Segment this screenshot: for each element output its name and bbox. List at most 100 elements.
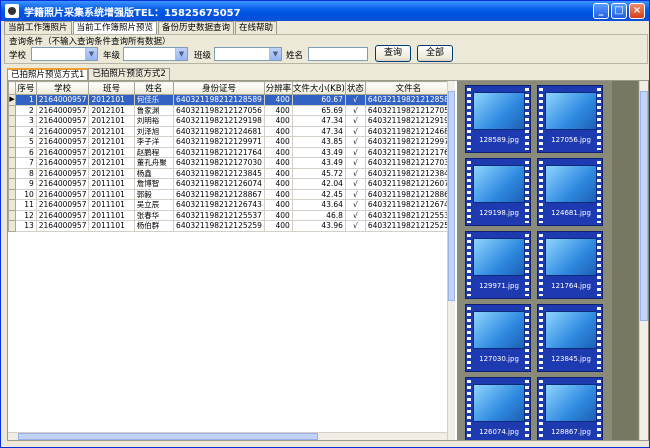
table-cell[interactable]: 400 (263, 125, 293, 137)
table-cell[interactable]: 2164000957 (35, 209, 90, 221)
table-cell[interactable]: 43.85 (291, 136, 346, 148)
table-cell[interactable]: 2164000957 (35, 157, 90, 169)
table-row[interactable]: 13 2164000957 2011101 杨伯群 640321198212125259… (8, 220, 452, 232)
table-cell[interactable]: 9 (15, 178, 37, 190)
table-cell[interactable]: 11 (15, 199, 37, 211)
table-cell[interactable]: 640321198212125259 (173, 220, 265, 232)
table-cell[interactable]: 400 (263, 115, 293, 127)
table-cell[interactable]: 46.8 (291, 209, 346, 221)
photo-thumbnail[interactable]: 127056.jpg (537, 85, 603, 153)
tab-current-photos[interactable]: 当前工作簿照片 (4, 21, 72, 34)
table-cell[interactable]: 640321198212126074 (173, 178, 265, 190)
photo-thumbnail[interactable]: 128867.jpg (537, 377, 603, 440)
table-row[interactable]: 8 2164000957 2012101 杨鑫 640321198212123845 40… (8, 167, 452, 179)
table-cell[interactable]: 42.45 (291, 188, 346, 200)
table-cell[interactable]: 7 (15, 157, 37, 169)
table-cell[interactable]: 64032119821212858 (364, 94, 452, 106)
table-cell[interactable]: 640321198212128867 (173, 188, 265, 200)
table-cell[interactable]: 60.67 (291, 94, 346, 106)
current-row-indicator-icon[interactable]: ▶ (8, 94, 17, 106)
row-indicator[interactable] (8, 125, 17, 137)
table-row[interactable]: 4 2164000957 2012101 刘泽旭 640321198212124681 4… (8, 125, 452, 137)
column-header[interactable]: 状态 (344, 81, 366, 95)
maximize-button[interactable]: □ (611, 3, 627, 19)
table-cell[interactable]: √ (344, 94, 366, 106)
horizontal-scrollbar[interactable] (8, 432, 447, 440)
table-cell[interactable]: 2012101 (88, 146, 135, 158)
table-cell[interactable]: 何佳乐 (133, 94, 175, 106)
table-cell[interactable]: √ (344, 157, 366, 169)
column-header[interactable]: 姓名 (133, 81, 175, 95)
table-cell[interactable]: 2012101 (88, 115, 135, 127)
table-row[interactable]: 11 2164000957 2011101 吴立辰 640321198212126743… (8, 199, 452, 211)
thumbnail-scrollbar[interactable] (639, 81, 648, 440)
table-cell[interactable]: 400 (263, 220, 293, 232)
school-select[interactable]: ▼ (31, 47, 98, 61)
table-cell[interactable]: 赵鹏程 (133, 146, 175, 158)
table-cell[interactable]: 2164000957 (35, 199, 90, 211)
table-cell[interactable]: 2 (15, 104, 37, 116)
table-cell[interactable]: 400 (263, 157, 293, 169)
class-select[interactable]: ▼ (214, 47, 282, 61)
table-cell[interactable]: 64032119821212705 (364, 104, 452, 116)
table-cell[interactable]: 64032119821212553 (364, 209, 452, 221)
table-cell[interactable]: 45.72 (291, 167, 346, 179)
table-cell[interactable]: 2012101 (88, 167, 135, 179)
table-cell[interactable]: 64032119821212607 (364, 178, 452, 190)
photo-thumbnail[interactable]: 121764.jpg (537, 231, 603, 299)
table-cell[interactable]: 2164000957 (35, 104, 90, 116)
table-cell[interactable]: 5 (15, 136, 37, 148)
table-cell[interactable]: 刘明裕 (133, 115, 175, 127)
table-cell[interactable]: 640321198212129198 (173, 115, 265, 127)
photo-thumbnail[interactable]: 124681.jpg (537, 158, 603, 226)
table-cell[interactable]: √ (344, 125, 366, 137)
column-header[interactable]: 身份证号 (173, 81, 265, 95)
table-row[interactable]: 3 2164000957 2012101 刘明裕 640321198212129198 4… (8, 115, 452, 127)
photo-thumbnail[interactable]: 127030.jpg (465, 304, 531, 372)
table-cell[interactable]: 64032119821212674 (364, 199, 452, 211)
table-cell[interactable]: 640321198212123845 (173, 167, 265, 179)
photo-thumbnail[interactable]: 123845.jpg (537, 304, 603, 372)
table-cell[interactable]: 43.49 (291, 157, 346, 169)
table-cell[interactable]: 400 (263, 178, 293, 190)
row-indicator[interactable] (8, 199, 17, 211)
table-cell[interactable]: 2012101 (88, 136, 135, 148)
table-cell[interactable]: 10 (15, 188, 37, 200)
table-cell[interactable]: 2164000957 (35, 178, 90, 190)
column-header[interactable]: 文件大小(KB) (291, 81, 346, 95)
table-cell[interactable]: 400 (263, 136, 293, 148)
table-cell[interactable]: 400 (263, 94, 293, 106)
photo-thumbnail[interactable]: 129198.jpg (465, 158, 531, 226)
scroll-thumb[interactable] (640, 91, 648, 321)
table-cell[interactable]: 400 (263, 146, 293, 158)
table-cell[interactable]: √ (344, 188, 366, 200)
table-row[interactable]: 10 2164000957 2011101 郭毅 640321198212128867 4… (8, 188, 452, 200)
table-cell[interactable]: 刘泽旭 (133, 125, 175, 137)
table-cell[interactable]: 64032119821212468 (364, 125, 452, 137)
table-cell[interactable]: 詹博智 (133, 178, 175, 190)
tab-backup-query[interactable]: 备份历史数据查询 (158, 21, 235, 34)
table-cell[interactable]: 400 (263, 209, 293, 221)
table-cell[interactable]: √ (344, 199, 366, 211)
table-cell[interactable]: 640321198212129971 (173, 136, 265, 148)
table-cell[interactable]: 2012101 (88, 104, 135, 116)
table-cell[interactable]: 64032119821212176 (364, 146, 452, 158)
table-cell[interactable]: 2011101 (88, 188, 135, 200)
tab-online-help[interactable]: 在线帮助 (235, 21, 278, 34)
table-cell[interactable]: 2012101 (88, 94, 135, 106)
table-cell[interactable]: 2164000957 (35, 136, 90, 148)
table-cell[interactable]: 64032119821212525 (364, 220, 452, 232)
table-cell[interactable]: 43.96 (291, 220, 346, 232)
table-cell[interactable]: 吴立辰 (133, 199, 175, 211)
minimize-button[interactable]: _ (593, 3, 609, 19)
table-cell[interactable]: 640321198212126743 (173, 199, 265, 211)
table-cell[interactable]: 张春华 (133, 209, 175, 221)
table-cell[interactable]: √ (344, 220, 366, 232)
table-row[interactable]: ▶ 1 2164000957 2012101 何佳乐 640321198212128589… (8, 94, 452, 106)
table-cell[interactable]: 12 (15, 209, 37, 221)
table-cell[interactable]: √ (344, 178, 366, 190)
row-indicator[interactable] (8, 104, 17, 116)
row-indicator[interactable] (8, 146, 17, 158)
row-indicator[interactable] (8, 188, 17, 200)
chevron-down-icon[interactable]: ▼ (175, 48, 187, 60)
